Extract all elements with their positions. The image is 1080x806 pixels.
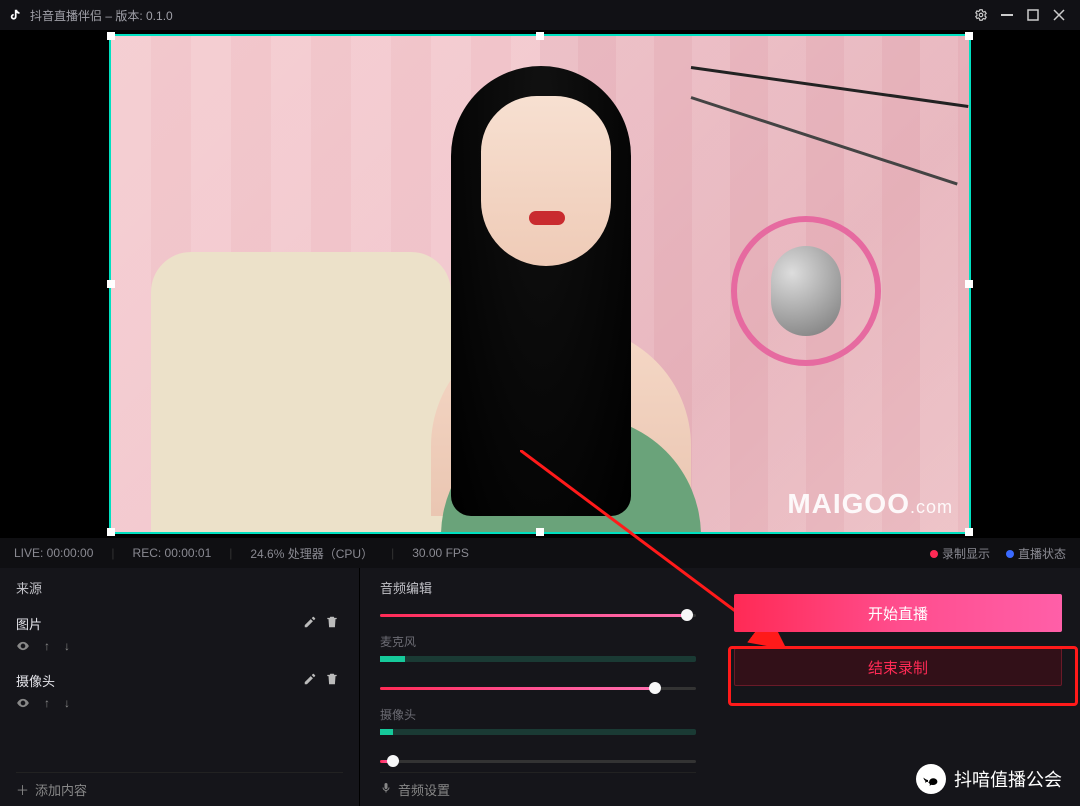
audio-title: 音频编辑 [380,578,696,597]
app-logo-icon [8,7,24,23]
camera-audio-label: 摄像头 [380,706,696,723]
source-controls: ↑ ↓ [16,696,343,713]
resize-handle[interactable] [107,528,115,536]
resize-handle[interactable] [965,528,973,536]
status-rec-time: REC: 00:00:01 [133,546,212,560]
mic-level-meter [380,656,696,662]
mic-label: 麦克风 [380,633,696,650]
resize-handle[interactable] [965,32,973,40]
status-live-time: LIVE: 00:00:00 [14,546,93,560]
selected-source-frame[interactable]: MAIGOO.com [109,34,971,534]
close-icon[interactable] [1046,2,1072,28]
audio-settings-button[interactable]: 音频设置 [380,772,696,806]
mic-icon [380,781,392,798]
resize-handle[interactable] [107,32,115,40]
settings-icon[interactable] [968,2,994,28]
preview-canvas[interactable]: MAIGOO.com [0,30,1080,538]
sources-title: 来源 [16,578,343,597]
wechat-watermark: 抖喑值播公会 [916,764,1062,794]
video-preview-image: MAIGOO.com [111,36,969,532]
status-bar: LIVE: 00:00:00 | REC: 00:00:01 | 24.6% 处… [0,538,1080,568]
video-watermark: MAIGOO.com [787,488,953,520]
move-up-icon[interactable]: ↑ [44,696,50,713]
delete-icon[interactable] [321,615,343,632]
extra-volume-slider[interactable] [380,753,696,769]
source-name: 图片 [16,614,299,633]
status-cpu: 24.6% 处理器（CPU） [250,545,373,562]
resize-handle[interactable] [965,280,973,288]
visibility-icon[interactable] [16,639,30,656]
stop-record-button[interactable]: 结束录制 [734,648,1062,686]
resize-handle[interactable] [107,280,115,288]
wechat-icon [916,764,946,794]
move-down-icon[interactable]: ↓ [64,696,70,713]
start-stream-button[interactable]: 开始直播 [734,594,1062,632]
minimize-icon[interactable] [994,2,1020,28]
source-controls: ↑ ↓ [16,639,343,656]
resize-handle[interactable] [536,32,544,40]
move-up-icon[interactable]: ↑ [44,639,50,656]
status-stream-indicator: 直播状态 [1006,545,1066,562]
source-row[interactable]: 图片 [16,607,343,639]
maximize-icon[interactable] [1020,2,1046,28]
window-title: 抖音直播伴侣 – 版本: 0.1.0 [30,7,173,24]
edit-icon[interactable] [299,615,321,632]
status-fps: 30.00 FPS [412,546,469,560]
sources-panel: 来源 图片 ↑ ↓ 摄像头 [0,568,360,806]
status-record-indicator: 录制显示 [930,545,990,562]
plus-icon: ＋ [16,780,29,799]
camera-volume-slider[interactable] [380,680,696,696]
source-name: 摄像头 [16,671,299,690]
master-volume-slider[interactable] [380,607,696,623]
move-down-icon[interactable]: ↓ [64,639,70,656]
visibility-icon[interactable] [16,696,30,713]
delete-icon[interactable] [321,672,343,689]
add-source-button[interactable]: ＋ 添加内容 [16,772,343,806]
titlebar: 抖音直播伴侣 – 版本: 0.1.0 [0,0,1080,30]
resize-handle[interactable] [536,528,544,536]
edit-icon[interactable] [299,672,321,689]
audio-panel: 音频编辑 麦克风 摄像头 [360,568,716,806]
camera-level-meter [380,729,696,735]
source-row[interactable]: 摄像头 [16,664,343,696]
